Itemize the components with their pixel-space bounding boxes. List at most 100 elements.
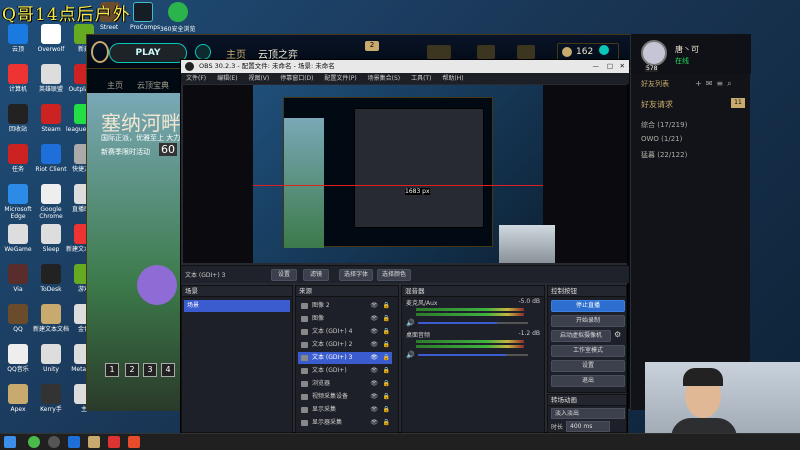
menu-help[interactable]: 帮助(H)	[442, 75, 463, 82]
menu-file[interactable]: 文件(F)	[186, 75, 206, 82]
source-item[interactable]: 文本 (GDI+) 👁 🔒	[298, 365, 392, 377]
lol-taskbar-icon[interactable]	[88, 436, 100, 448]
scene-item[interactable]: 场景	[184, 300, 290, 312]
start-icon[interactable]	[4, 436, 16, 448]
desktop-shortcut[interactable]: Overwolf	[33, 24, 69, 53]
virtual-camera-button[interactable]: 启动虚拟摄像机	[551, 330, 611, 342]
transition-select[interactable]: 淡入淡出	[551, 408, 625, 419]
desktop-shortcut[interactable]: Microsoft Edge	[0, 184, 36, 220]
lock-icon[interactable]: 🔒	[383, 365, 390, 377]
menu-scene-collection[interactable]: 场景集合(S)	[368, 75, 401, 82]
source-item[interactable]: 浏览器 👁 🔒	[298, 378, 392, 390]
source-item[interactable]: 文本 (GDI+) 4 👁 🔒	[298, 326, 392, 338]
source-item[interactable]: 显示器采集 👁 🔒	[298, 417, 392, 429]
desktop-shortcut[interactable]: 英雄联盟	[33, 64, 69, 93]
virtual-camera-settings-icon[interactable]: ⚙	[614, 330, 625, 342]
select-color-button[interactable]: 选择颜色	[377, 269, 411, 281]
lock-icon[interactable]: 🔒	[383, 417, 390, 429]
start-recording-button[interactable]: 开始录制	[551, 315, 625, 327]
friend-group-2[interactable]: OWO (1/21)	[641, 135, 682, 143]
visibility-eye-icon[interactable]: 👁	[370, 378, 378, 390]
select-font-button[interactable]: 选择字体	[339, 269, 373, 281]
visibility-eye-icon[interactable]: 👁	[370, 326, 378, 338]
procomps-icon[interactable]	[133, 2, 153, 22]
browser-360-taskbar-icon[interactable]	[28, 436, 40, 448]
settings-button[interactable]: 设置	[551, 360, 625, 372]
subnav-home[interactable]: 主页	[107, 80, 123, 91]
properties-button[interactable]: 设置	[271, 269, 297, 281]
chrome-taskbar-icon[interactable]	[108, 436, 120, 448]
exit-button[interactable]: 退出	[551, 375, 625, 387]
mode-icon[interactable]	[195, 44, 211, 60]
visibility-eye-icon[interactable]: 👁	[370, 300, 378, 312]
page-2[interactable]: 2	[125, 363, 139, 377]
lock-icon[interactable]: 🔒	[383, 300, 390, 312]
filters-button[interactable]: 滤镜	[303, 269, 329, 281]
lock-icon[interactable]: 🔒	[383, 339, 390, 351]
desktop-shortcut[interactable]: Sleep	[33, 224, 69, 253]
friend-actions-icon[interactable]: +✉≡⌕	[695, 79, 736, 89]
desktop-shortcut[interactable]: Riot Client	[33, 144, 69, 173]
lock-icon[interactable]: 🔒	[383, 378, 390, 390]
desktop-shortcut[interactable]: Kerry手	[33, 384, 69, 413]
friend-group-1[interactable]: 综合 (17/219)	[641, 120, 687, 130]
loot-icon[interactable]	[517, 45, 535, 59]
desktop-shortcut[interactable]: Google Chrome	[33, 184, 69, 220]
desktop-volume-icon[interactable]: 🔊	[406, 351, 415, 359]
desktop-volume-slider[interactable]	[418, 354, 528, 356]
source-item[interactable]: 文本 (GDI+) 2 👁 🔒	[298, 339, 392, 351]
collection-icon[interactable]	[477, 45, 495, 59]
app-taskbar-icon[interactable]	[128, 436, 140, 448]
stop-streaming-button[interactable]: 停止直播	[551, 300, 625, 312]
friend-group-3[interactable]: 猛暮 (22/122)	[641, 150, 687, 160]
preview-webcam-source[interactable]	[499, 225, 555, 263]
visibility-eye-icon[interactable]: 👁	[370, 417, 378, 429]
page-3[interactable]: 3	[143, 363, 157, 377]
subnav-tft-guide[interactable]: 云顶宝典	[137, 80, 169, 91]
mic-volume-slider[interactable]	[418, 322, 528, 324]
menu-profile[interactable]: 配置文件(P)	[324, 75, 356, 82]
menu-view[interactable]: 视图(V)	[248, 75, 269, 82]
menu-docks[interactable]: 停靠窗口(D)	[280, 75, 313, 82]
obs-preview[interactable]: 1683 px	[183, 85, 627, 263]
avatar[interactable]	[641, 40, 667, 66]
desktop-shortcut[interactable]: Unity	[33, 344, 69, 373]
visibility-eye-icon[interactable]: 👁	[370, 313, 378, 325]
lock-icon[interactable]: 🔒	[383, 313, 390, 325]
wegame-taskbar-icon[interactable]	[68, 436, 80, 448]
desktop-shortcut[interactable]: QQ音乐	[0, 344, 36, 373]
visibility-eye-icon[interactable]: 👁	[370, 339, 378, 351]
minimize-icon[interactable]: —	[593, 60, 600, 73]
mic-volume-icon[interactable]: 🔊	[406, 319, 415, 327]
page-1[interactable]: 1	[105, 363, 119, 377]
visibility-eye-icon[interactable]: 👁	[370, 352, 378, 364]
lock-icon[interactable]: 🔒	[383, 404, 390, 416]
source-item[interactable]: 文本 (GDI+) 3 👁 🔒	[298, 352, 392, 364]
lock-icon[interactable]: 🔒	[383, 352, 390, 364]
visibility-eye-icon[interactable]: 👁	[370, 391, 378, 403]
lock-icon[interactable]: 🔒	[383, 326, 390, 338]
studio-mode-button[interactable]: 工作室模式	[551, 345, 625, 357]
obs-taskbar-icon[interactable]	[48, 436, 60, 448]
desktop-shortcut[interactable]: ToDesk	[33, 264, 69, 293]
source-item[interactable]: 图像 2 👁 🔒	[298, 300, 392, 312]
desktop-shortcut[interactable]: WeGame	[0, 224, 36, 253]
lock-icon[interactable]: 🔒	[383, 391, 390, 403]
desktop-shortcut[interactable]: 计算机	[0, 64, 36, 93]
visibility-eye-icon[interactable]: 👁	[370, 365, 378, 377]
store-icon[interactable]	[427, 45, 451, 59]
maximize-icon[interactable]: □	[607, 60, 613, 73]
desktop-shortcut[interactable]: QQ	[0, 304, 36, 333]
source-item[interactable]: 视频采集设备 👁 🔒	[298, 391, 392, 403]
page-4[interactable]: 4	[161, 363, 175, 377]
desktop-shortcut[interactable]: 任务	[0, 144, 36, 173]
close-icon[interactable]: ✕	[620, 60, 625, 73]
menu-edit[interactable]: 编辑(E)	[217, 75, 237, 82]
desktop-shortcut[interactable]: 云顶	[0, 24, 36, 53]
browser-360-icon[interactable]	[168, 2, 188, 22]
duration-input[interactable]: 400 ms	[566, 421, 610, 432]
friend-requests[interactable]: 好友请求	[641, 99, 673, 110]
play-button[interactable]: PLAY	[109, 43, 187, 63]
source-item[interactable]: 显示采集 👁 🔒	[298, 404, 392, 416]
source-item[interactable]: 图像 👁 🔒	[298, 313, 392, 325]
